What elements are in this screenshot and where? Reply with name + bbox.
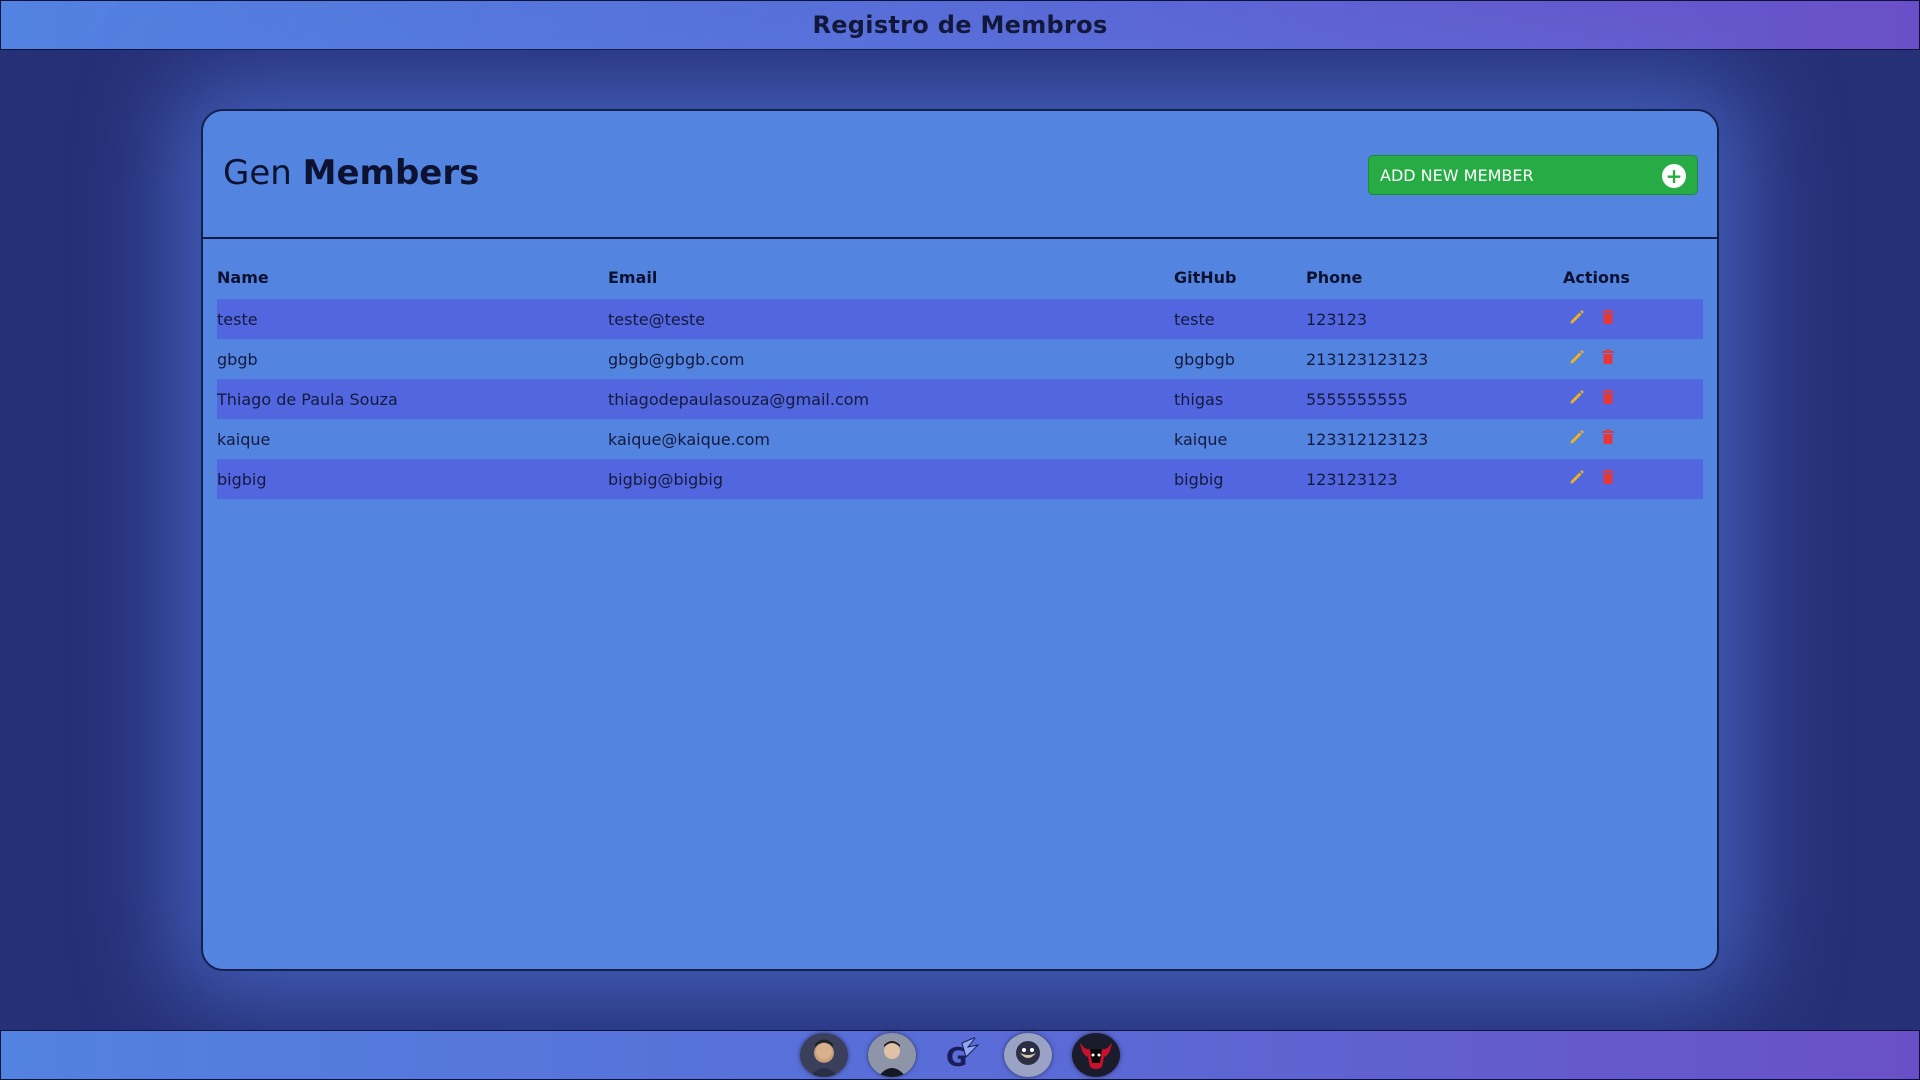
cell-phone: 123123 (1306, 309, 1368, 329)
edit-pencil-icon[interactable] (1569, 389, 1585, 409)
plus-circle-icon: + (1662, 164, 1686, 188)
avatar-4[interactable] (1004, 1033, 1052, 1077)
delete-trash-icon[interactable] (1601, 349, 1615, 369)
top-bar: Registro de Membros (0, 0, 1920, 50)
column-header-name: Name (217, 267, 269, 287)
edit-pencil-icon[interactable] (1569, 349, 1585, 369)
footer-bar: G (0, 1030, 1920, 1080)
cell-actions (1563, 299, 1703, 339)
add-new-member-button[interactable]: ADD NEW MEMBER + (1368, 155, 1698, 195)
cell-github: kaique (1174, 429, 1228, 449)
add-new-member-label: ADD NEW MEMBER (1380, 165, 1534, 185)
cell-email: teste@teste (608, 309, 706, 329)
cell-phone: 123312123123 (1306, 429, 1429, 449)
cell-phone: 213123123123 (1306, 349, 1429, 369)
page-title: Registro de Membros (812, 11, 1108, 39)
cell-github: thigas (1174, 389, 1224, 409)
cell-email: bigbig@bigbig (608, 469, 724, 489)
cell-name: teste (217, 309, 258, 329)
table-row: Thiago de Paula Souza thiagodepaulasouza… (217, 379, 1703, 419)
bull-logo-icon[interactable] (1072, 1033, 1120, 1077)
delete-trash-icon[interactable] (1601, 389, 1615, 409)
edit-pencil-icon[interactable] (1569, 429, 1585, 449)
delete-trash-icon[interactable] (1601, 429, 1615, 449)
table-row: gbgb gbgb@gbgb.com gbgbgb 213123123123 (217, 339, 1703, 379)
panel-header: Gen Members ADD NEW MEMBER + (203, 111, 1717, 239)
edit-pencil-icon[interactable] (1569, 309, 1585, 329)
column-header-phone: Phone (1306, 267, 1363, 287)
cell-actions (1563, 419, 1703, 459)
members-panel: Gen Members ADD NEW MEMBER + Name Email … (201, 109, 1719, 971)
cell-email: gbgb@gbgb.com (608, 349, 745, 369)
cell-actions (1563, 379, 1703, 419)
cell-name: bigbig (217, 469, 267, 489)
avatar-2[interactable] (868, 1033, 916, 1077)
table-row: kaique kaique@kaique.com kaique 12331212… (217, 419, 1703, 459)
cell-actions (1563, 459, 1703, 499)
avatar-1[interactable] (800, 1033, 848, 1077)
members-table: Name Email GitHub Phone Actions teste te… (217, 255, 1703, 499)
table-header-row: Name Email GitHub Phone Actions (217, 255, 1703, 299)
cell-github: gbgbgb (1174, 349, 1235, 369)
table-row: teste teste@teste teste 123123 (217, 299, 1703, 339)
cell-phone: 123123123 (1306, 469, 1398, 489)
column-header-github: GitHub (1174, 267, 1237, 287)
delete-trash-icon[interactable] (1601, 469, 1615, 489)
column-header-actions: Actions (1563, 267, 1630, 287)
delete-trash-icon[interactable] (1601, 309, 1615, 329)
cell-name: gbgb (217, 349, 258, 369)
cell-actions (1563, 339, 1703, 379)
cell-github: teste (1174, 309, 1215, 329)
table-row: bigbig bigbig@bigbig bigbig 123123123 (217, 459, 1703, 499)
cell-email: thiagodepaulasouza@gmail.com (608, 389, 870, 409)
edit-pencil-icon[interactable] (1569, 469, 1585, 489)
cell-name: Thiago de Paula Souza (217, 389, 398, 409)
cell-email: kaique@kaique.com (608, 429, 771, 449)
cell-phone: 5555555555 (1306, 389, 1408, 409)
cell-github: bigbig (1174, 469, 1224, 489)
panel-title: Gen Members (223, 153, 479, 193)
gen-logo-icon[interactable]: G (936, 1033, 984, 1077)
panel-title-light: Gen (223, 153, 292, 193)
panel-title-bold: Members (302, 153, 480, 193)
cell-name: kaique (217, 429, 271, 449)
column-header-email: Email (608, 267, 658, 287)
